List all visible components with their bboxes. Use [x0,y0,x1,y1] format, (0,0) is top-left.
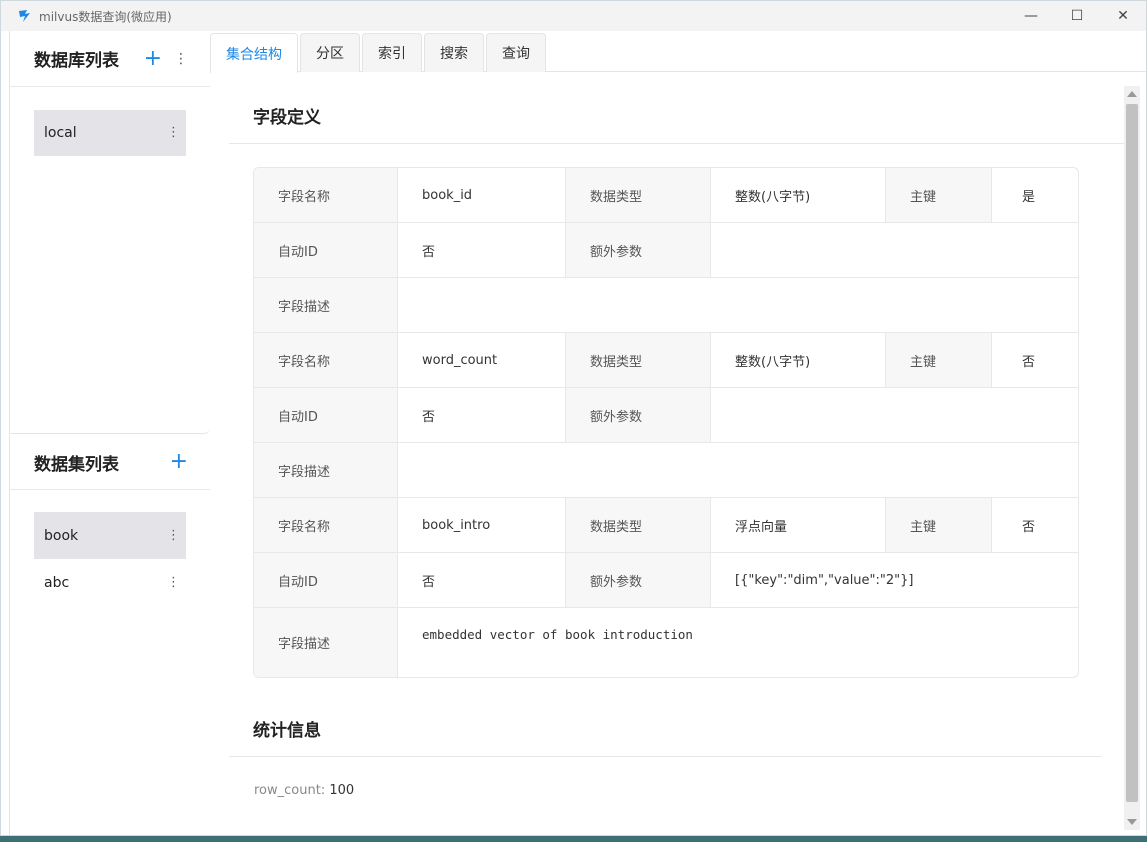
collection-item-label: book [44,527,79,544]
auto-id-label: 自动ID [254,223,398,277]
extra-params-label: 额外参数 [566,388,711,442]
field-name-label: 字段名称 [254,168,398,222]
table-row: 字段名称 word_count 数据类型 整数(八字节) 主键 否 [254,333,1078,388]
row-count-label: row_count: [254,783,326,798]
field-desc-label: 字段描述 [254,278,398,332]
database-item-menu-icon[interactable]: ⋮ [167,126,180,140]
minimize-button[interactable]: — [1008,1,1054,31]
primary-key-label: 主键 [886,498,992,552]
data-type-label: 数据类型 [566,333,711,387]
field-name-value: word_count [398,333,566,387]
auto-id-label: 自动ID [254,553,398,607]
collection-item-label: abc [44,574,70,591]
field-desc-value [398,278,1078,332]
table-row: 字段描述 embedded vector of book introductio… [254,608,1078,677]
tab-search[interactable]: 搜索 [424,33,484,72]
add-collection-icon[interactable]: + [170,451,188,473]
data-type-label: 数据类型 [566,168,711,222]
primary-key-label: 主键 [886,333,992,387]
maximize-button[interactable]: ☐ [1054,1,1100,31]
auto-id-label: 自动ID [254,388,398,442]
table-row: 自动ID 否 额外参数 [{"key":"dim","value":"2"}] [254,553,1078,608]
tab-partitions[interactable]: 分区 [300,33,360,72]
field-name-label: 字段名称 [254,498,398,552]
extra-params-label: 额外参数 [566,553,711,607]
collection-list-title: 数据集列表 [34,454,119,475]
data-type-value: 浮点向量 [711,498,886,552]
field-table: 字段名称 book_id 数据类型 整数(八字节) 主键 是 自动ID 否 额外… [253,167,1079,678]
extra-params-value [711,388,1078,442]
primary-key-value: 否 [1022,354,1036,370]
statistics-title: 统计信息 [229,701,1102,757]
scroll-thumb[interactable] [1126,104,1138,802]
data-type-label: 数据类型 [566,498,711,552]
scroll-up-arrow-icon[interactable] [1127,91,1137,97]
field-desc-label: 字段描述 [254,608,398,677]
collection-item-menu-icon[interactable]: ⋮ [167,528,180,543]
database-list-title: 数据库列表 [34,51,119,71]
database-panel: 数据库列表 + ⋮ local ⋮ [9,31,210,434]
row-count: row_count: 100 [254,783,354,798]
extra-params-value [711,223,1078,277]
table-row: 字段名称 book_id 数据类型 整数(八字节) 主键 是 [254,168,1078,223]
table-row: 字段描述 [254,278,1078,333]
tab-query[interactable]: 查询 [486,33,546,72]
milvus-logo-icon [19,10,30,22]
field-name-label: 字段名称 [254,333,398,387]
app-window: milvus数据查询(微应用) — ☐ ✕ 数据库列表 + ⋮ local ⋮ [0,0,1147,836]
schema-content: 字段定义 字段名称 book_id 数据类型 整数(八字节) 主键 是 自动ID… [229,88,1124,835]
collection-item-abc[interactable]: abc ⋮ [34,559,186,606]
vertical-scrollbar[interactable] [1124,86,1140,830]
auto-id-value: 否 [398,388,566,442]
table-row: 字段名称 book_intro 数据类型 浮点向量 主键 否 [254,498,1078,553]
table-row: 自动ID 否 额外参数 [254,223,1078,278]
field-definition-title: 字段定义 [229,88,1124,144]
extra-params-label: 额外参数 [566,223,711,277]
auto-id-value: 否 [398,553,566,607]
extra-params-value: [{"key":"dim","value":"2"}] [735,572,914,588]
table-row: 字段描述 [254,443,1078,498]
table-row: 自动ID 否 额外参数 [254,388,1078,443]
main-area: 集合结构 分区 索引 搜索 查询 字段定义 字段名称 book_id 数据类型 … [210,31,1146,835]
primary-key-value: 是 [1022,189,1036,205]
auto-id-value: 否 [398,223,566,277]
data-type-value: 整数(八字节) [711,168,886,222]
database-item-local[interactable]: local ⋮ [34,110,186,156]
collection-panel: 数据集列表 + book ⋮ abc ⋮ [9,435,210,835]
primary-key-value: 否 [1022,519,1036,535]
tab-bar: 集合结构 分区 索引 搜索 查询 [210,33,1146,73]
add-database-icon[interactable]: + [144,47,162,69]
primary-key-label: 主键 [886,168,992,222]
database-menu-icon[interactable]: ⋮ [174,52,188,66]
field-desc-label: 字段描述 [254,443,398,497]
field-desc-value [398,443,1078,497]
field-desc-value: embedded vector of book introduction [422,627,693,642]
collection-item-menu-icon[interactable]: ⋮ [167,575,180,590]
scroll-down-arrow-icon[interactable] [1127,819,1137,825]
row-count-value: 100 [329,783,355,798]
field-name-value: book_intro [398,498,566,552]
data-type-value: 整数(八字节) [711,333,886,387]
tab-schema[interactable]: 集合结构 [210,33,298,73]
sidebar: 数据库列表 + ⋮ local ⋮ 数据集列表 + book ⋮ abc ⋮ [1,31,210,835]
database-item-label: local [44,125,77,141]
close-button[interactable]: ✕ [1100,1,1146,31]
window-title: milvus数据查询(微应用) [39,9,172,24]
title-bar: milvus数据查询(微应用) — ☐ ✕ [1,1,1146,31]
field-name-value: book_id [398,168,566,222]
tab-index[interactable]: 索引 [362,33,422,72]
collection-item-book[interactable]: book ⋮ [34,512,186,559]
